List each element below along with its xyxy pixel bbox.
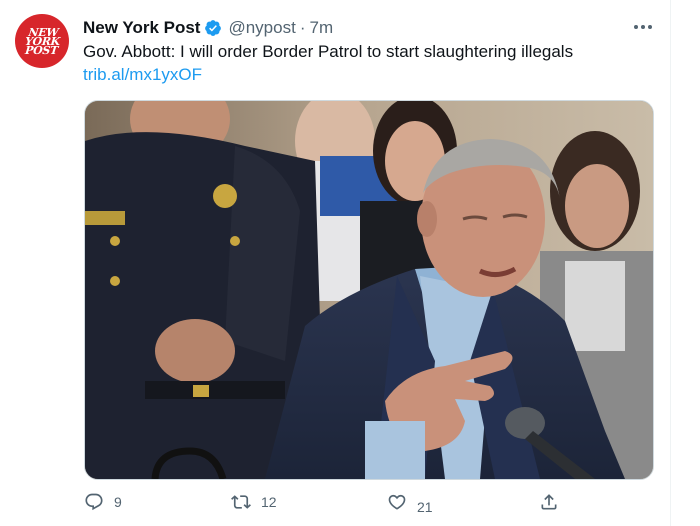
tweet-card[interactable]: NEW YORK POST New York Post @nypost · 7m… bbox=[0, 0, 700, 526]
reply-icon bbox=[85, 493, 103, 511]
new-york-post-logo: NEW YORK POST bbox=[23, 25, 61, 57]
retweet-count: 12 bbox=[261, 494, 277, 510]
tweet-photo[interactable] bbox=[84, 100, 654, 480]
account-name[interactable]: New York Post bbox=[83, 18, 200, 38]
reply-count: 9 bbox=[114, 494, 122, 510]
timestamp[interactable]: 7m bbox=[310, 18, 334, 38]
retweet-button[interactable]: 12 bbox=[231, 492, 277, 512]
more-options-icon[interactable] bbox=[631, 20, 655, 34]
retweet-icon bbox=[231, 495, 251, 509]
account-handle[interactable]: @nypost bbox=[228, 18, 295, 38]
tweet-text: Gov. Abbott: I will order Border Patrol … bbox=[83, 42, 574, 61]
heart-icon bbox=[388, 494, 406, 510]
verified-badge-icon bbox=[205, 20, 222, 36]
share-button[interactable] bbox=[539, 492, 569, 512]
like-button[interactable]: 21 bbox=[387, 492, 433, 515]
avatar[interactable]: NEW YORK POST bbox=[15, 14, 69, 68]
reply-button[interactable]: 9 bbox=[84, 492, 122, 512]
tweet-link[interactable]: trib.al/mx1yxOF bbox=[83, 65, 202, 85]
tweet-actions: 9 12 21 bbox=[0, 492, 700, 520]
timeline-divider bbox=[670, 0, 671, 526]
photo-illustration bbox=[85, 101, 653, 479]
tweet-header: New York Post @nypost · 7m bbox=[83, 17, 333, 39]
separator-dot: · bbox=[299, 18, 306, 37]
like-count: 21 bbox=[417, 499, 433, 515]
share-icon bbox=[541, 494, 557, 510]
